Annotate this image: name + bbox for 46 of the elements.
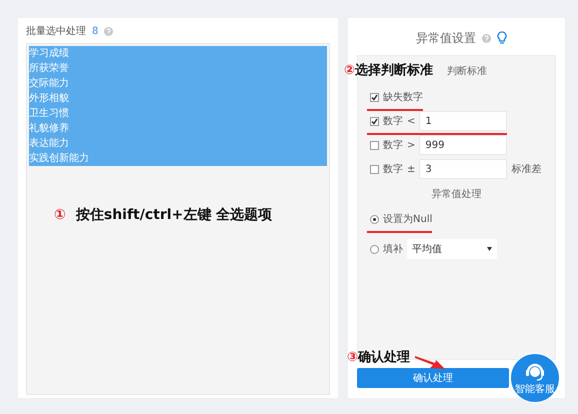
selected-count: 8 — [92, 26, 98, 36]
list-item[interactable]: 学习成绩 — [29, 46, 327, 61]
checkbox[interactable] — [370, 140, 379, 150]
list-item[interactable]: 卫生习惯 — [29, 106, 327, 121]
panel-title: 异常值设置 — [416, 30, 476, 46]
option-label: 填补 — [383, 242, 403, 256]
step-number: ① — [54, 207, 66, 223]
fill-select[interactable]: 平均值 — [407, 239, 497, 259]
list-item[interactable]: 实践创新能力 — [29, 151, 327, 166]
select-value: 平均值 — [412, 243, 442, 256]
option-label: 设置为Null — [383, 212, 432, 226]
help-icon[interactable] — [104, 26, 114, 36]
operator-label: < — [407, 116, 416, 126]
dropdown-icon — [487, 247, 492, 251]
option-label: 缺失数字 — [383, 90, 423, 104]
step-note: ③确认处理 — [347, 349, 410, 366]
panel-title: 批量选中处理 — [26, 24, 86, 38]
option-label: 数字 — [383, 138, 403, 152]
checkbox[interactable] — [370, 164, 379, 174]
list-item[interactable]: 所获荣誉 — [29, 61, 327, 76]
pointer-arrow — [415, 355, 445, 369]
support-label: 智能客服 — [515, 382, 555, 396]
checkbox[interactable] — [370, 92, 379, 102]
lightbulb-icon[interactable] — [497, 31, 507, 45]
operator-label: > — [407, 140, 416, 150]
radio-button[interactable] — [370, 244, 379, 254]
list-item[interactable]: 外形相貌 — [29, 91, 327, 106]
instruction-text: 按住shift/ctrl+左键 全选题项 — [76, 206, 272, 224]
confirm-button[interactable]: 确认处理 — [357, 368, 509, 388]
radio-button[interactable] — [370, 214, 379, 224]
number-input[interactable]: 3 — [419, 159, 508, 179]
option-label: 数字 — [383, 114, 403, 128]
option-label: 数字 — [383, 162, 403, 176]
list-item[interactable]: 表达能力 — [29, 136, 327, 151]
list-item[interactable]: 交际能力 — [29, 76, 327, 91]
checkbox[interactable] — [370, 116, 379, 126]
support-badge[interactable]: 智能客服 — [510, 353, 560, 403]
unit-label: 标准差 — [511, 162, 542, 176]
number-input[interactable]: 1 — [419, 111, 508, 131]
list-item[interactable]: 礼貌修养 — [29, 121, 327, 136]
step-note: ②选择判断标准 — [344, 62, 434, 79]
help-icon[interactable] — [482, 34, 491, 42]
number-input[interactable]: 999 — [419, 135, 508, 155]
section-label: 异常值处理 — [430, 188, 482, 201]
section-label: 判断标准 — [447, 64, 488, 78]
operator-label: ± — [407, 164, 416, 174]
